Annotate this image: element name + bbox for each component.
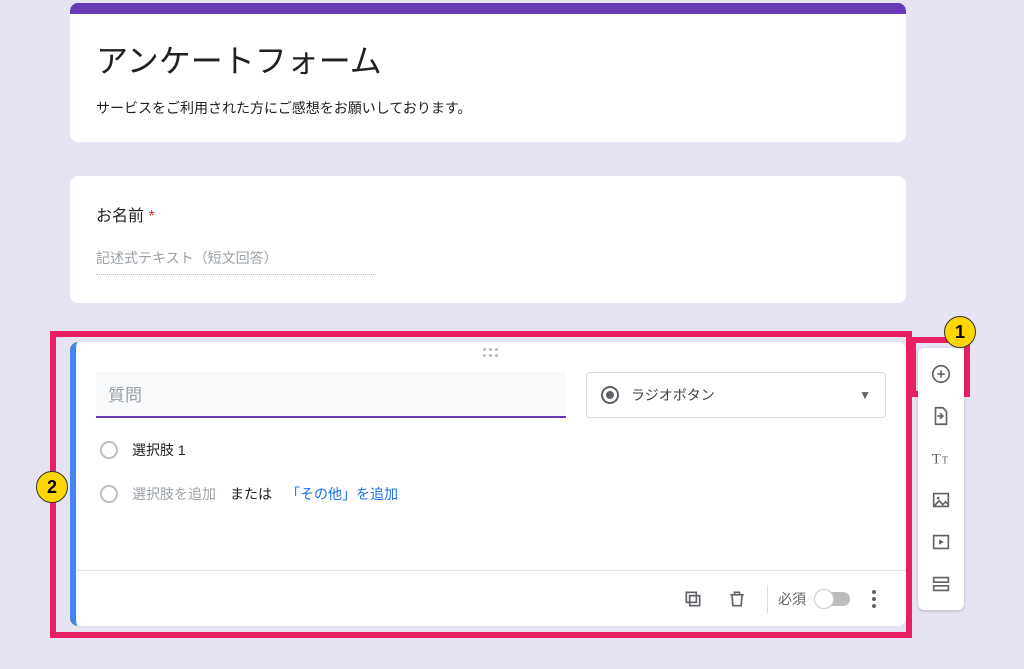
or-text: または <box>230 484 272 504</box>
add-other-link[interactable]: 「その他」を追加 <box>286 484 398 504</box>
chevron-down-icon: ▼ <box>859 388 871 402</box>
question-title-input[interactable] <box>96 372 566 418</box>
question-title: お名前 * <box>96 202 880 226</box>
more-options-button[interactable] <box>854 579 894 619</box>
divider <box>767 585 768 613</box>
question-edit-card[interactable]: ラジオボタン ▼ 選択肢 1 選択肢を追加 または 「その他」を追加 必須 <box>70 342 906 626</box>
radio-outline-icon <box>100 485 118 503</box>
radio-icon <box>601 386 619 404</box>
question-footer-toolbar: 必須 <box>76 570 906 626</box>
import-questions-button[interactable] <box>923 398 959 434</box>
name-question-card[interactable]: お名前 * 記述式テキスト（短文回答） <box>70 176 906 303</box>
floating-toolbar: TT <box>918 348 964 610</box>
add-image-button[interactable] <box>923 482 959 518</box>
delete-button[interactable] <box>717 579 757 619</box>
add-video-button[interactable] <box>923 524 959 560</box>
question-type-select[interactable]: ラジオボタン ▼ <box>586 372 886 418</box>
required-label: 必須 <box>778 589 806 609</box>
option-1-text[interactable]: 選択肢 1 <box>132 440 186 460</box>
duplicate-button[interactable] <box>673 579 713 619</box>
callout-badge-1: 1 <box>944 316 976 348</box>
more-vert-icon <box>872 590 876 608</box>
form-accent-bar <box>70 3 906 14</box>
required-star: * <box>148 208 154 225</box>
option-row-1[interactable]: 選択肢 1 <box>100 440 886 460</box>
radio-outline-icon <box>100 441 118 459</box>
form-description[interactable]: サービスをご利用された方にご感想をお願いしております。 <box>96 98 880 118</box>
drag-handle-icon[interactable] <box>479 348 503 358</box>
add-section-button[interactable] <box>923 566 959 602</box>
short-answer-placeholder: 記述式テキスト（短文回答） <box>96 248 376 275</box>
add-option-row[interactable]: 選択肢を追加 または 「その他」を追加 <box>100 484 886 504</box>
add-title-button[interactable]: TT <box>923 440 959 476</box>
callout-badge-2: 2 <box>36 471 68 503</box>
form-header-card[interactable]: アンケートフォーム サービスをご利用された方にご感想をお願いしております。 <box>70 14 906 142</box>
form-title[interactable]: アンケートフォーム <box>96 36 880 82</box>
type-select-label: ラジオボタン <box>631 385 847 405</box>
question-title-text: お名前 <box>96 208 144 225</box>
svg-text:T: T <box>932 452 941 468</box>
add-option-text[interactable]: 選択肢を追加 <box>132 484 216 504</box>
svg-text:T: T <box>942 456 948 467</box>
add-question-button[interactable] <box>923 356 959 392</box>
required-toggle[interactable] <box>816 592 850 606</box>
